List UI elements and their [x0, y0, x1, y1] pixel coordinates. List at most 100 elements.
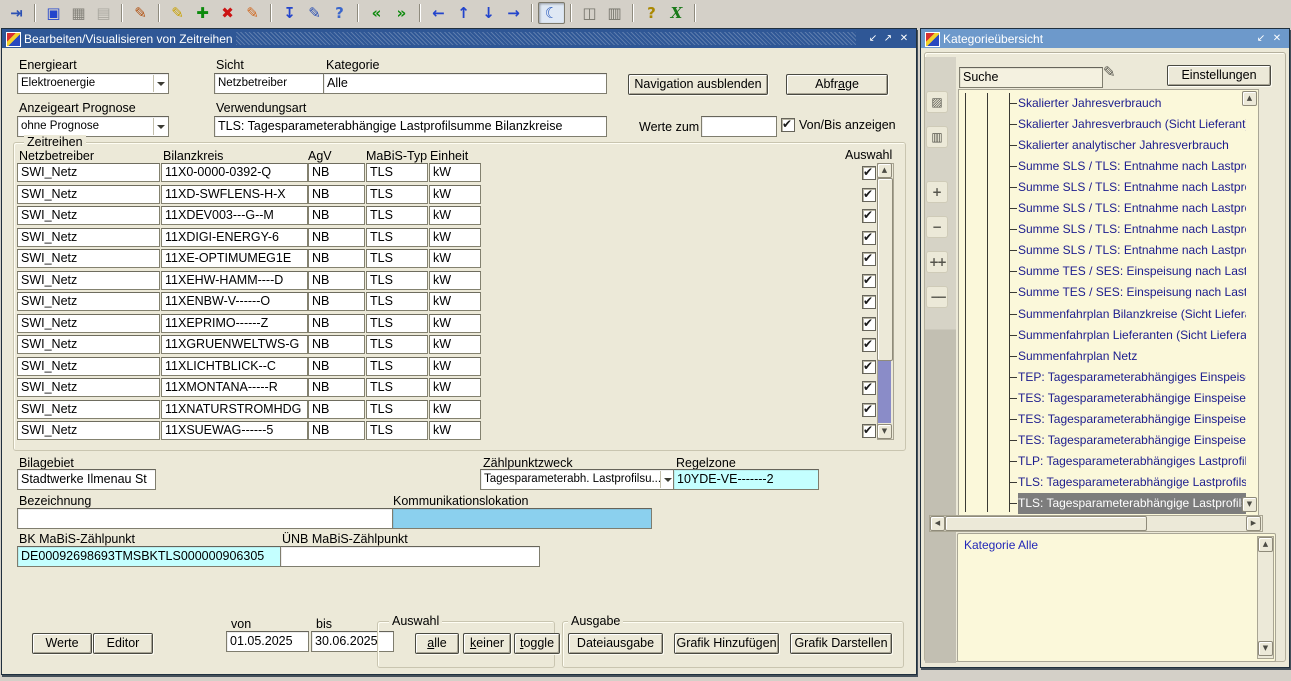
- cell-mabis-typ[interactable]: TLS: [366, 185, 428, 204]
- unb-mabis-field[interactable]: [280, 546, 540, 567]
- cell-einheit[interactable]: kW: [429, 314, 481, 333]
- cell-agv[interactable]: NB: [308, 292, 365, 311]
- cell-bilanzkreis[interactable]: 11XDEV003---G--M: [161, 206, 308, 225]
- info-scroll-up-icon[interactable]: [1258, 537, 1273, 552]
- cell-netzbetreiber[interactable]: SWI_Netz: [17, 185, 160, 204]
- cell-netzbetreiber[interactable]: SWI_Netz: [17, 357, 160, 376]
- cell-netzbetreiber[interactable]: SWI_Netz: [17, 228, 160, 247]
- cell-bilanzkreis[interactable]: 11XGRUENWELTWS-G: [161, 335, 308, 354]
- alle-button[interactable]: alle: [415, 633, 459, 654]
- main-window-titlebar[interactable]: Bearbeiten/Visualisieren von Zeitreihen: [2, 29, 916, 48]
- tree-scroll-up-icon[interactable]: [1242, 91, 1257, 106]
- cell-agv[interactable]: NB: [308, 163, 365, 182]
- bk-mabis-field[interactable]: DE00092698693TMSBKTLS000000906305: [17, 546, 281, 567]
- cell-einheit[interactable]: kW: [429, 249, 481, 268]
- cell-mabis-typ[interactable]: TLS: [366, 206, 428, 225]
- cell-bilanzkreis[interactable]: 11XENBW-V------O: [161, 292, 308, 311]
- excel-icon[interactable]: X: [664, 2, 689, 24]
- cell-agv[interactable]: NB: [308, 249, 365, 268]
- suche-input[interactable]: Suche: [959, 67, 1103, 88]
- cell-netzbetreiber[interactable]: SWI_Netz: [17, 421, 160, 440]
- row-auswahl-checkbox[interactable]: [862, 403, 876, 417]
- add-icon[interactable]: ✚: [190, 2, 215, 24]
- cell-bilanzkreis[interactable]: 11XMONTANA-----R: [161, 378, 308, 397]
- tree-item-label[interactable]: TES: Tagesparameterabhängige Einspeisepr…: [1018, 409, 1246, 430]
- cell-einheit[interactable]: kW: [429, 163, 481, 182]
- exit-icon[interactable]: ⇥: [4, 2, 29, 24]
- edit-icon[interactable]: ✎: [302, 2, 327, 24]
- cell-mabis-typ[interactable]: TLS: [366, 249, 428, 268]
- help-icon[interactable]: ?: [327, 2, 352, 24]
- cell-agv[interactable]: NB: [308, 314, 365, 333]
- cell-einheit[interactable]: kW: [429, 378, 481, 397]
- row-auswahl-checkbox[interactable]: [862, 360, 876, 374]
- cell-agv[interactable]: NB: [308, 400, 365, 419]
- dateiausgabe-button[interactable]: Dateiausgabe: [568, 633, 663, 654]
- tree-hscroll-thumb[interactable]: [945, 516, 1147, 531]
- cell-bilanzkreis[interactable]: 11XSUEWAG------5: [161, 421, 308, 440]
- cell-agv[interactable]: NB: [308, 378, 365, 397]
- row-auswahl-checkbox[interactable]: [862, 252, 876, 266]
- expand-icon[interactable]: [926, 181, 948, 203]
- cell-agv[interactable]: NB: [308, 357, 365, 376]
- tree-item-label[interactable]: TLS: Tagesparameterabhängige Lastprofils…: [1018, 493, 1246, 514]
- cell-agv[interactable]: NB: [308, 228, 365, 247]
- tree-item-label[interactable]: Summe SLS / TLS: Entnahme nach Lastprofi…: [1018, 219, 1246, 240]
- row-auswahl-checkbox[interactable]: [862, 381, 876, 395]
- toggle-button[interactable]: toggle: [514, 633, 560, 654]
- cell-mabis-typ[interactable]: TLS: [366, 228, 428, 247]
- cell-mabis-typ[interactable]: TLS: [366, 335, 428, 354]
- cell-bilanzkreis[interactable]: 11XE-OPTIMUMEG1E: [161, 249, 308, 268]
- einstellungen-button[interactable]: Einstellungen: [1167, 65, 1271, 86]
- row-auswahl-checkbox[interactable]: [862, 231, 876, 245]
- select-edit-icon[interactable]: ✎: [165, 2, 190, 24]
- cell-einheit[interactable]: kW: [429, 335, 481, 354]
- werte-button[interactable]: Werte: [32, 633, 92, 654]
- collapse-all-icon[interactable]: [926, 286, 948, 308]
- list-icon[interactable]: ▤: [91, 2, 116, 24]
- editor-button[interactable]: Editor: [93, 633, 153, 654]
- row-auswahl-checkbox[interactable]: [862, 209, 876, 223]
- werte-zum-input[interactable]: [701, 116, 777, 137]
- copy-doc-icon[interactable]: ◫: [577, 2, 602, 24]
- tree-item-label[interactable]: Skalierter analytischer Jahresverbrauch: [1018, 135, 1246, 156]
- tree-item-label[interactable]: TES: Tagesparameterabhängige Einspeisepr…: [1018, 388, 1246, 409]
- cell-einheit[interactable]: kW: [429, 292, 481, 311]
- category-minimize-button[interactable]: [1254, 32, 1268, 45]
- key-help-icon[interactable]: ?: [639, 2, 664, 24]
- keiner-button[interactable]: keiner: [463, 633, 511, 654]
- expand-all-icon[interactable]: [926, 251, 948, 273]
- cell-einheit[interactable]: kW: [429, 185, 481, 204]
- cell-agv[interactable]: NB: [308, 206, 365, 225]
- cell-bilanzkreis[interactable]: 11XEPRIMO------Z: [161, 314, 308, 333]
- query-edit-icon[interactable]: ✎: [128, 2, 153, 24]
- cell-netzbetreiber[interactable]: SWI_Netz: [17, 335, 160, 354]
- von-input[interactable]: 01.05.2025: [226, 631, 309, 652]
- cell-einheit[interactable]: kW: [429, 228, 481, 247]
- cell-netzbetreiber[interactable]: SWI_Netz: [17, 292, 160, 311]
- move-down-icon[interactable]: ↓: [476, 2, 501, 24]
- navigation-ausblenden-button[interactable]: Navigation ausblenden: [628, 74, 768, 95]
- table-scroll-trough[interactable]: [878, 359, 891, 423]
- tree-scroll-down-icon[interactable]: [1242, 497, 1257, 512]
- save-icon[interactable]: ▣: [41, 2, 66, 24]
- cell-netzbetreiber[interactable]: SWI_Netz: [17, 314, 160, 333]
- cell-netzbetreiber[interactable]: SWI_Netz: [17, 271, 160, 290]
- delete-category-icon[interactable]: [926, 126, 948, 148]
- tree-item-label[interactable]: TEP: Tagesparameterabhängiges Einspeisep…: [1018, 367, 1246, 388]
- edit-category-icon[interactable]: ✎: [1103, 63, 1116, 81]
- tree-item-label[interactable]: Summe SLS / TLS: Entnahme nach Lastprofi…: [1018, 240, 1246, 261]
- cell-bilanzkreis[interactable]: 11X0-0000-0392-Q: [161, 163, 308, 182]
- tree-item-label[interactable]: Summe SLS / TLS: Entnahme nach Lastprofi…: [1018, 198, 1246, 219]
- minimize-button[interactable]: [866, 32, 880, 45]
- delete-icon[interactable]: ✖: [215, 2, 240, 24]
- cell-agv[interactable]: NB: [308, 271, 365, 290]
- move-up-icon[interactable]: ↑: [451, 2, 476, 24]
- cell-mabis-typ[interactable]: TLS: [366, 271, 428, 290]
- download-icon[interactable]: ↧: [277, 2, 302, 24]
- cell-mabis-typ[interactable]: TLS: [366, 378, 428, 397]
- cell-agv[interactable]: NB: [308, 421, 365, 440]
- print-icon[interactable]: ▦: [66, 2, 91, 24]
- cell-einheit[interactable]: kW: [429, 400, 481, 419]
- tree-scroll-left-icon[interactable]: [930, 516, 945, 531]
